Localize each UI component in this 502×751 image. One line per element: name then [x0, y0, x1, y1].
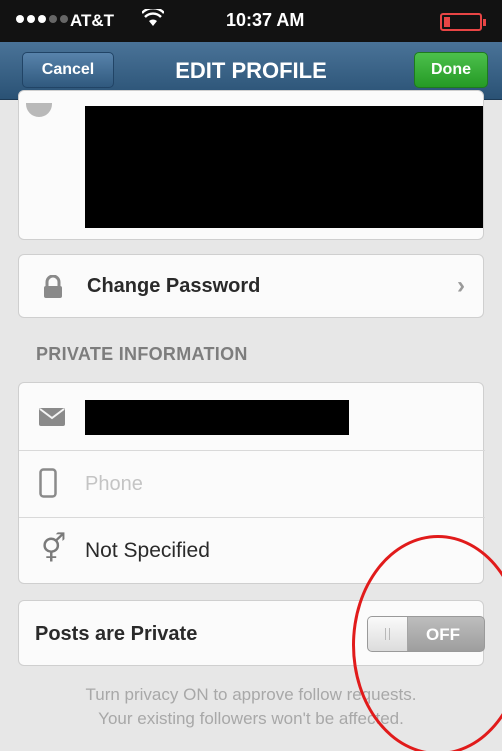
- cancel-button[interactable]: Cancel: [22, 52, 114, 88]
- status-bar: AT&T 10:37 AM: [0, 0, 502, 42]
- posts-private-label: Posts are Private: [35, 623, 198, 645]
- page-title: EDIT PROFILE: [175, 58, 327, 83]
- phone-icon: [39, 468, 57, 503]
- redacted-email-field[interactable]: [85, 400, 349, 435]
- lock-icon: [41, 274, 65, 299]
- gender-icon: ⚥: [41, 533, 67, 564]
- toggle-knob[interactable]: [368, 617, 408, 651]
- toggle-state-label: OFF: [426, 625, 460, 644]
- change-password-row[interactable]: Change Password ›: [18, 254, 484, 318]
- chevron-right-icon: ›: [457, 272, 465, 299]
- footnote-line-2: Your existing followers won't be affecte…: [98, 709, 404, 728]
- email-row[interactable]: [19, 383, 485, 450]
- private-posts-row: Posts are Private OFF: [18, 600, 485, 666]
- redacted-profile-info: [85, 106, 483, 228]
- signal-strength-icon: [16, 15, 68, 23]
- battery-icon: [440, 13, 486, 31]
- phone-row[interactable]: [19, 450, 485, 517]
- private-information-card: ⚥ Not Specified: [18, 382, 485, 584]
- mail-icon: [39, 408, 65, 431]
- carrier-name: AT&T: [70, 11, 115, 30]
- wifi-icon: [141, 7, 165, 32]
- gender-value: Not Specified: [85, 539, 210, 562]
- privacy-toggle[interactable]: OFF: [367, 616, 485, 652]
- private-information-header: PRIVATE INFORMATION: [36, 344, 248, 364]
- privacy-footnote: Turn privacy ON to approve follow reques…: [0, 683, 502, 731]
- gender-row[interactable]: ⚥ Not Specified: [19, 517, 485, 584]
- footnote-line-1: Turn privacy ON to approve follow reques…: [85, 685, 417, 704]
- done-button[interactable]: Done: [414, 52, 488, 88]
- change-password-label: Change Password: [87, 275, 261, 297]
- status-time: 10:37 AM: [226, 10, 305, 30]
- phone-screen: AT&T 10:37 AM Cancel EDIT PROFILE Done C…: [0, 0, 502, 751]
- phone-field[interactable]: [85, 468, 445, 500]
